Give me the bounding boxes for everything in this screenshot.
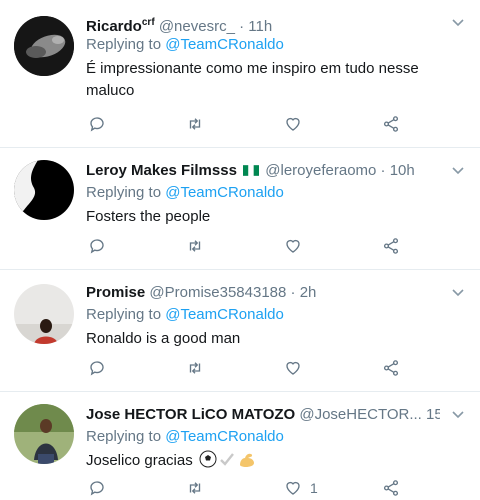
tweet-text: Ronaldo is a good man [86,330,241,347]
replying-to: Replying to @TeamCRonaldo [86,304,284,326]
timestamp[interactable]: · 2h [291,284,317,301]
heart-icon [286,117,300,131]
avatar[interactable] [14,160,74,220]
chevron-down-icon[interactable] [450,284,466,300]
share-button[interactable] [382,356,400,380]
like-button[interactable] [284,112,310,136]
like-count: 1 [310,480,318,496]
replying-to: Replying to @TeamCRonaldo [86,34,284,56]
replying-to-label: Replying to [86,36,162,53]
like-button[interactable] [284,356,310,380]
comment-icon [90,361,104,376]
tweet-4[interactable]: Jose HECTOR LiCO MATOZO @JoseHECTOR... 1… [0,392,480,496]
reply-button[interactable] [88,476,106,500]
chevron-down-icon[interactable] [450,14,466,30]
heart-icon [286,481,300,495]
share-button[interactable] [382,476,400,500]
tweet-header: Jose HECTOR LiCO MATOZO @JoseHECTOR... 1… [86,404,440,426]
retweet-icon [189,118,201,130]
mention-link[interactable]: @TeamCRonaldo [165,428,284,445]
chevron-down-icon[interactable] [450,406,466,422]
handle[interactable]: @nevesrc_ [159,18,235,35]
display-name[interactable]: Leroy Makes Filmsss [86,162,237,179]
tweet-actions [86,112,466,136]
like-button[interactable] [284,234,310,258]
replying-to: Replying to @TeamCRonaldo [86,182,284,204]
replying-to-label: Replying to [86,184,162,201]
heart-icon [286,239,300,253]
name-suffix: crf [141,17,155,28]
handle[interactable]: @JoseHECTOR... [299,406,421,423]
tweet-3[interactable]: Promise @Promise35843188 · 2h Replying t… [0,270,480,392]
timestamp[interactable]: · 10h [381,162,415,179]
flexed-biceps-icon [239,453,254,467]
timestamp[interactable]: · 11h [239,18,272,35]
reply-feed: Ricardocrf @nevesrc_ · 11h Replying to @… [0,0,480,496]
tweet-1[interactable]: Ricardocrf @nevesrc_ · 11h Replying to @… [0,0,480,148]
comment-icon [90,239,104,254]
retweet-button[interactable] [186,234,204,258]
replying-to-label: Replying to [86,428,162,445]
heart-icon [286,361,300,375]
nigeria-flag-icon [243,165,260,176]
mention-link[interactable]: @TeamCRonaldo [165,184,284,201]
handle[interactable]: @Promise35843188 [149,284,286,301]
retweet-icon [189,482,201,494]
retweet-button[interactable] [186,356,204,380]
tweet-actions [86,356,466,380]
tweet-header: Promise @Promise35843188 · 2h [86,282,440,304]
handle[interactable]: @leroyeferaomo [265,162,376,179]
display-name[interactable]: Jose HECTOR LiCO MATOZO [86,406,295,423]
avatar[interactable] [14,404,74,464]
tweet-text: É impressionante como me inspiro em tudo… [86,60,419,99]
check-mark-icon [220,453,234,466]
retweet-button[interactable] [186,476,204,500]
replying-to: Replying to @TeamCRonaldo [86,426,284,448]
share-icon [383,238,399,254]
tweet-text: Fosters the people [86,208,211,225]
display-name[interactable]: Ricardo [86,18,142,35]
tweet-actions: 1 [86,476,466,500]
comment-icon [90,117,104,132]
mention-link[interactable]: @TeamCRonaldo [165,306,284,323]
share-icon [383,116,399,132]
share-button[interactable] [382,112,400,136]
reply-button[interactable] [88,234,106,258]
avatar[interactable] [14,16,74,76]
comment-icon [90,481,104,496]
share-icon [383,360,399,376]
tweet-text-content: Joselico gracias [86,452,193,469]
tweet-actions [86,234,466,258]
timestamp[interactable]: 15h [426,406,440,423]
retweet-icon [189,240,201,252]
reply-button[interactable] [88,112,106,136]
reply-button[interactable] [88,356,106,380]
share-button[interactable] [382,234,400,258]
tweet-header: Leroy Makes Filmsss @leroyeferaomo · 10h [86,160,440,182]
mention-link[interactable]: @TeamCRonaldo [165,36,284,53]
retweet-icon [189,362,201,374]
avatar[interactable] [14,284,74,344]
soccer-ball-icon [199,450,217,468]
tweet-2[interactable]: Leroy Makes Filmsss @leroyeferaomo · 10h… [0,148,480,270]
share-icon [383,480,399,496]
chevron-down-icon[interactable] [450,162,466,178]
like-button[interactable]: 1 [284,476,318,500]
tweet-text: Joselico gracias [86,450,450,472]
replying-to-label: Replying to [86,306,162,323]
display-name[interactable]: Promise [86,284,145,301]
retweet-button[interactable] [186,112,204,136]
